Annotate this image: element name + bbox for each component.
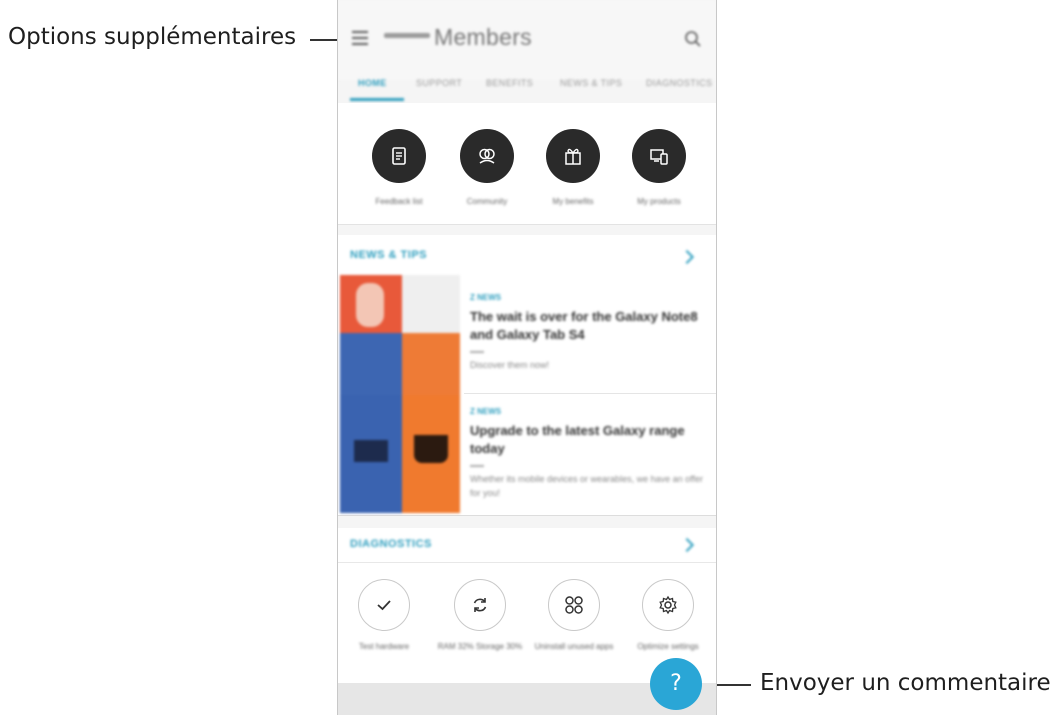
thumb-device-dark [354,440,388,462]
diagnostic-memory-storage[interactable]: RAM 32% Storage 30% [434,579,526,652]
diagnostic-test-hardware[interactable]: Test hardware [338,579,430,652]
apps-grid-icon [548,579,600,631]
phone-screen: Members HOME SUPPORT BENEFITS NEWS & TIP… [337,0,717,715]
diagnostic-label: Optimize settings [637,642,699,651]
article-description: Discover them now! [470,360,550,371]
gear-icon [642,579,694,631]
gift-icon [546,129,600,183]
help-icon[interactable]: ? [650,658,702,710]
news-article-2[interactable]: Z NEWS Upgrade to the latest Galaxy rang… [470,407,706,500]
quick-actions-card: Feedback list Community My benefits My p… [338,103,716,225]
article-separator [464,393,716,394]
chevron-right-icon[interactable] [679,249,695,265]
news-article-1[interactable]: Z NEWS The wait is over for the Galaxy N… [470,293,706,373]
article-divider [470,351,484,354]
article-title: The wait is over for the Galaxy Note8 an… [470,309,698,342]
quick-action-feedback-list[interactable]: Feedback list [354,129,444,206]
thumb-text-block [402,275,460,333]
article-tag: Z NEWS [470,293,502,302]
quick-action-label: Community [466,197,508,206]
tab-diagnostics[interactable]: DIAGNOSTICS [646,78,712,88]
search-icon[interactable] [684,30,702,48]
tab-home[interactable]: HOME [358,78,387,88]
chevron-right-icon[interactable] [679,537,695,553]
diagnostics-card: DIAGNOSTICS Test hardware RAM 32% Storag… [338,528,716,683]
quick-action-my-benefits[interactable]: My benefits [528,129,618,206]
more-options-callout-label: Options supplémentaires [8,24,297,50]
diagnostics-divider [338,562,716,563]
diagnostic-label: RAM 32% Storage 30% [437,642,523,651]
news-tips-card: NEWS & TIPS Z NEWS The wait is over for … [338,235,716,516]
article-tag: Z NEWS [470,407,502,416]
quick-action-label: Feedback list [375,197,423,206]
community-icon [460,129,514,183]
quick-action-my-products[interactable]: My products [614,129,704,206]
quick-action-label: My benefits [552,197,594,206]
quick-action-community[interactable]: Community [442,129,532,206]
thumb-tablet-orange [402,333,460,395]
active-tab-indicator [350,98,404,101]
article-description: Whether its mobile devices or wearables,… [470,474,703,498]
hamburger-menu-icon[interactable] [352,31,368,45]
refresh-icon [454,579,506,631]
quick-action-label: My products [637,197,681,206]
check-icon [358,579,410,631]
tab-bar: HOME SUPPORT BENEFITS NEWS & TIPS DIAGNO… [338,68,716,102]
send-feedback-callout-label: Envoyer un commentaire. [760,670,1050,696]
brand-wordmark [384,33,430,38]
diagnostics-title: DIAGNOSTICS [350,538,432,550]
tab-news-tips[interactable]: NEWS & TIPS [560,78,622,88]
document-icon [372,129,426,183]
diagnostic-label: Uninstall unused apps [534,642,614,651]
article-title: Upgrade to the latest Galaxy range today [470,423,685,456]
thumb-tablet-blue [340,333,402,395]
diagnostic-uninstall-apps[interactable]: Uninstall unused apps [528,579,620,652]
article-divider [470,465,484,468]
thumb-figure [356,283,384,327]
diagnostic-label: Test hardware [358,642,410,651]
tab-benefits[interactable]: BENEFITS [486,78,533,88]
news-tips-title: NEWS & TIPS [350,249,428,261]
diagnostic-optimize-settings[interactable]: Optimize settings [622,579,714,652]
tab-support[interactable]: SUPPORT [416,78,462,88]
app-title: Members [434,24,532,50]
devices-icon [632,129,686,183]
thumb-hat-dark [414,435,448,463]
